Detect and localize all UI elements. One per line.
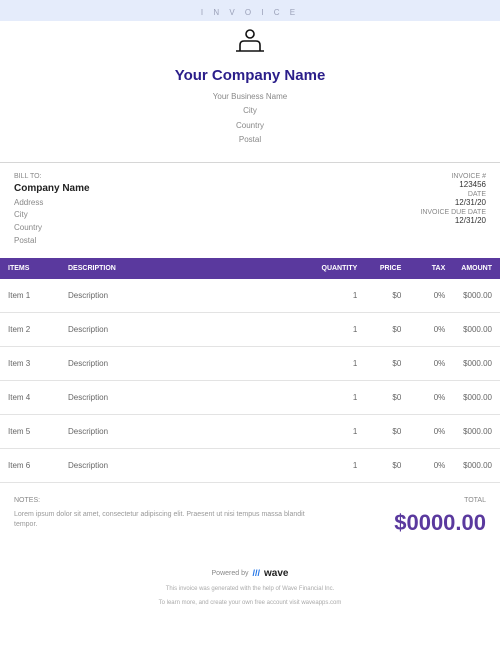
cell-desc: Description — [60, 448, 314, 482]
table-row: Item 2Description1$00%$000.00 — [0, 312, 500, 346]
cell-tax: 0% — [409, 380, 453, 414]
bill-to-country: Country — [14, 222, 90, 235]
cell-desc: Description — [60, 312, 314, 346]
cell-price: $0 — [365, 346, 409, 380]
col-price: PRICE — [365, 258, 409, 279]
bill-to-label: BILL TO: — [14, 173, 90, 180]
col-amount: AMOUNT — [453, 258, 500, 279]
cell-qty: 1 — [314, 312, 366, 346]
cell-amount: $000.00 — [453, 414, 500, 448]
cell-desc: Description — [60, 279, 314, 313]
cell-price: $0 — [365, 380, 409, 414]
bill-to-address: Address — [14, 197, 90, 210]
invoice-due: 12/31/20 — [420, 216, 486, 225]
cell-tax: 0% — [409, 312, 453, 346]
invoice-date-label: DATE — [420, 191, 486, 198]
total-amount: $0000.00 — [394, 510, 486, 536]
company-country: Country — [0, 119, 500, 133]
invoice-tag: I N V O I C E — [0, 8, 500, 17]
cell-tax: 0% — [409, 279, 453, 313]
notes-block: NOTES: Lorem ipsum dolor sit amet, conse… — [14, 497, 314, 536]
items-table: ITEMS DESCRIPTION QUANTITY PRICE TAX AMO… — [0, 258, 500, 483]
footer-line1: This invoice was generated with the help… — [20, 585, 480, 593]
bill-to-postal: Postal — [14, 235, 90, 248]
company-icon-wrap — [0, 21, 500, 59]
table-row: Item 1Description1$00%$000.00 — [0, 279, 500, 313]
items-header-row: ITEMS DESCRIPTION QUANTITY PRICE TAX AMO… — [0, 258, 500, 279]
col-quantity: QUANTITY — [314, 258, 366, 279]
cell-tax: 0% — [409, 414, 453, 448]
invoice-date: 12/31/20 — [420, 198, 486, 207]
bill-to-city: City — [14, 209, 90, 222]
invoice-number-label: INVOICE # — [420, 173, 486, 180]
table-row: Item 5Description1$00%$000.00 — [0, 414, 500, 448]
cell-item: Item 3 — [0, 346, 60, 380]
cell-qty: 1 — [314, 279, 366, 313]
cell-price: $0 — [365, 312, 409, 346]
invoice-meta: INVOICE #123456 DATE12/31/20 INVOICE DUE… — [420, 173, 486, 248]
cell-item: Item 6 — [0, 448, 60, 482]
powered-label: Powered by — [212, 570, 249, 577]
notes-label: NOTES: — [14, 497, 314, 504]
invoice-due-label: INVOICE DUE DATE — [420, 209, 486, 216]
table-row: Item 4Description1$00%$000.00 — [0, 380, 500, 414]
cell-item: Item 1 — [0, 279, 60, 313]
person-desk-icon — [233, 27, 267, 57]
footer-line2: To learn more, and create your own free … — [20, 599, 480, 607]
cell-desc: Description — [60, 414, 314, 448]
cell-qty: 1 — [314, 346, 366, 380]
company-business: Your Business Name — [0, 90, 500, 104]
cell-price: $0 — [365, 279, 409, 313]
cell-tax: 0% — [409, 346, 453, 380]
cell-qty: 1 — [314, 380, 366, 414]
wave-wordmark: wave — [264, 568, 288, 579]
cell-tax: 0% — [409, 448, 453, 482]
table-row: Item 6Description1$00%$000.00 — [0, 448, 500, 482]
header-band: I N V O I C E — [0, 0, 500, 21]
cell-item: Item 2 — [0, 312, 60, 346]
cell-price: $0 — [365, 448, 409, 482]
company-block: Your Company Name Your Business Name Cit… — [0, 59, 500, 162]
cell-amount: $000.00 — [453, 380, 500, 414]
company-city: City — [0, 104, 500, 118]
invoice-number: 123456 — [420, 180, 486, 189]
cell-item: Item 5 — [0, 414, 60, 448]
notes-body: Lorem ipsum dolor sit amet, consectetur … — [14, 510, 314, 531]
cell-amount: $000.00 — [453, 346, 500, 380]
company-title: Your Company Name — [0, 67, 500, 84]
footer: Powered by /// wave This invoice was gen… — [0, 546, 500, 616]
bill-to-name: Company Name — [14, 183, 90, 194]
cell-qty: 1 — [314, 448, 366, 482]
col-tax: TAX — [409, 258, 453, 279]
below-row: NOTES: Lorem ipsum dolor sit amet, conse… — [0, 483, 500, 546]
total-label: TOTAL — [394, 497, 486, 504]
table-row: Item 3Description1$00%$000.00 — [0, 346, 500, 380]
company-postal: Postal — [0, 133, 500, 147]
wave-logo-icon: /// — [252, 568, 260, 578]
divider — [0, 162, 500, 163]
cell-item: Item 4 — [0, 380, 60, 414]
bill-to-block: BILL TO: Company Name Address City Count… — [14, 173, 90, 248]
col-items: ITEMS — [0, 258, 60, 279]
col-description: DESCRIPTION — [60, 258, 314, 279]
cell-desc: Description — [60, 380, 314, 414]
cell-desc: Description — [60, 346, 314, 380]
cell-amount: $000.00 — [453, 279, 500, 313]
cell-price: $0 — [365, 414, 409, 448]
info-row: BILL TO: Company Name Address City Count… — [0, 173, 500, 258]
cell-amount: $000.00 — [453, 312, 500, 346]
cell-qty: 1 — [314, 414, 366, 448]
cell-amount: $000.00 — [453, 448, 500, 482]
total-block: TOTAL $0000.00 — [394, 497, 486, 536]
powered-by: Powered by /// wave — [212, 568, 289, 579]
